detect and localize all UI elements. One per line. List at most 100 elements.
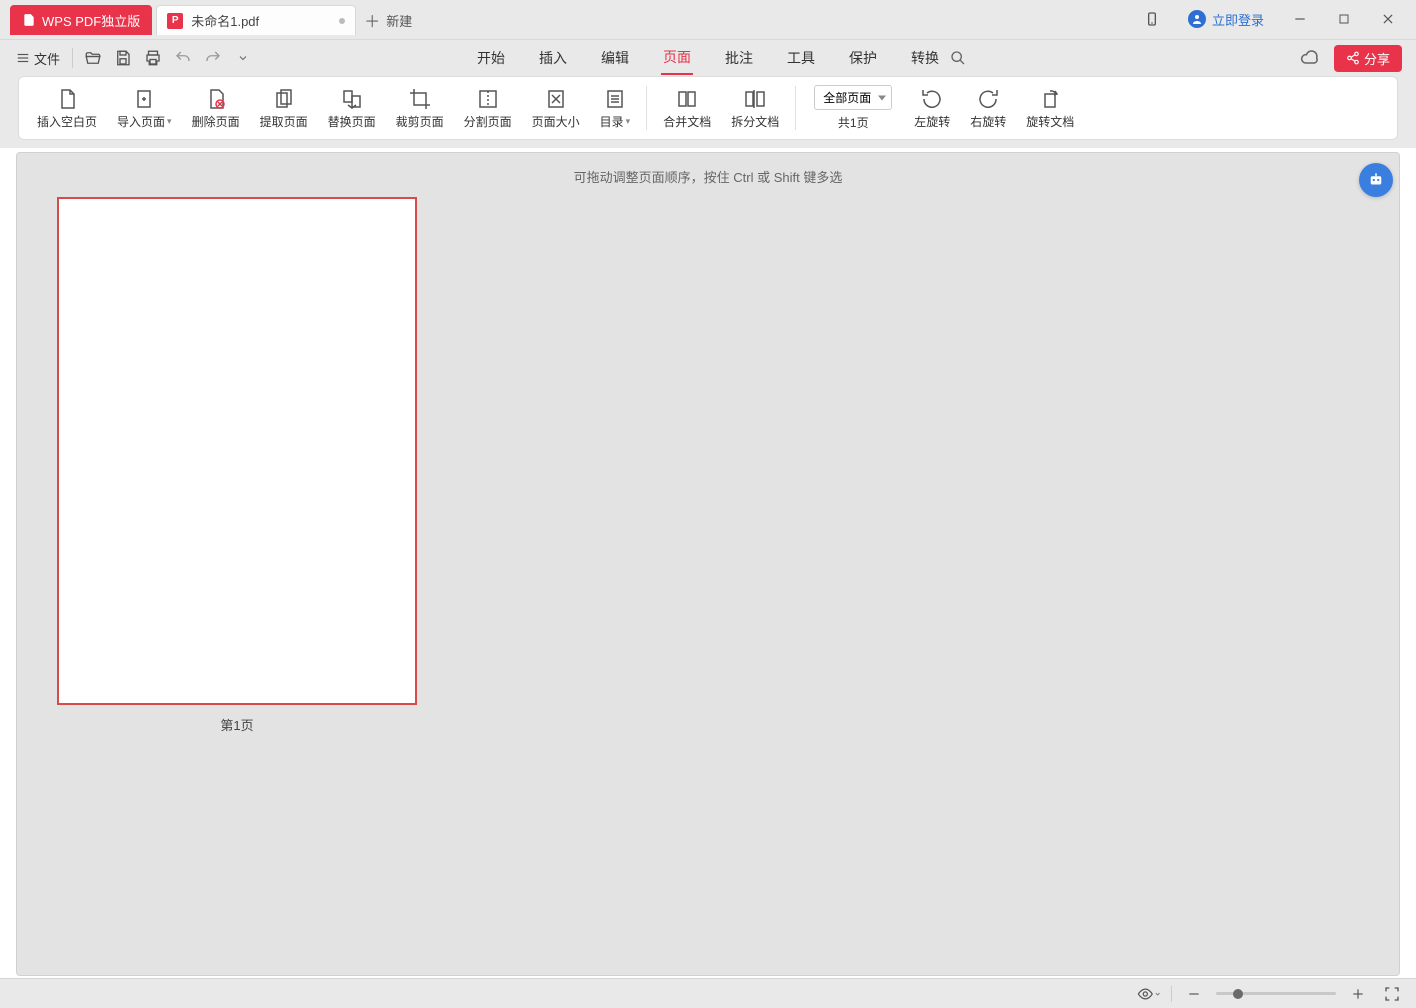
split-doc-button[interactable]: 拆分文档 xyxy=(721,77,789,139)
qat-more-button[interactable] xyxy=(229,44,257,72)
merge-icon xyxy=(675,87,699,111)
split-icon xyxy=(476,87,500,111)
ribbon-group-rotate: 左旋转 右旋转 旋转文档 xyxy=(904,77,1084,139)
minus-icon xyxy=(1187,987,1201,1001)
page-replace-icon xyxy=(340,87,364,111)
print-button[interactable] xyxy=(139,44,167,72)
new-tab-label: 新建 xyxy=(386,11,412,30)
page-delete-icon xyxy=(204,87,228,111)
workspace: 可拖动调整页面顺序，按住 Ctrl 或 Shift 键多选 第1页 xyxy=(16,152,1400,976)
extract-page-button[interactable]: 提取页面 xyxy=(250,77,318,139)
share-icon xyxy=(1346,51,1360,65)
save-icon xyxy=(114,49,132,67)
page-range-dropdown[interactable]: 全部页面 xyxy=(814,85,892,110)
maximize-button[interactable] xyxy=(1324,3,1364,35)
app-badge: WPS PDF独立版 xyxy=(10,5,152,35)
pdf-icon: P xyxy=(167,13,183,29)
assistant-icon xyxy=(1367,171,1385,189)
redo-button[interactable] xyxy=(199,44,227,72)
plus-icon: ＋ xyxy=(364,8,380,32)
page-extract-icon xyxy=(272,87,296,111)
ribbon-container: 插入空白页 导入页面▾ 删除页面 提取页面 替换页面 裁剪页面 分割页面 页面 xyxy=(0,76,1416,148)
separator xyxy=(1171,986,1172,1002)
merge-doc-button[interactable]: 合并文档 xyxy=(653,77,721,139)
zoom-in-button[interactable] xyxy=(1346,982,1370,1006)
rotate-left-button[interactable]: 左旋转 xyxy=(904,77,960,139)
crop-page-button[interactable]: 裁剪页面 xyxy=(386,77,454,139)
eye-icon xyxy=(1137,985,1154,1003)
avatar-icon xyxy=(1188,10,1206,28)
rotate-doc-button[interactable]: 旋转文档 xyxy=(1016,77,1084,139)
menu-tab-5[interactable]: 工具 xyxy=(785,42,817,74)
device-button[interactable] xyxy=(1132,3,1172,35)
unsaved-dot-icon xyxy=(339,18,345,24)
page-size-icon xyxy=(544,87,568,111)
rotate-right-button[interactable]: 右旋转 xyxy=(960,77,1016,139)
import-page-button[interactable]: 导入页面▾ xyxy=(107,77,182,139)
zoom-out-button[interactable] xyxy=(1182,982,1206,1006)
toc-button[interactable]: 目录▾ xyxy=(590,77,641,139)
page-thumbnail-area: 第1页 xyxy=(57,197,417,734)
titlebar-right: 立即登录 xyxy=(1132,0,1416,39)
menu-tab-1[interactable]: 插入 xyxy=(537,42,569,74)
cloud-button[interactable] xyxy=(1296,44,1324,72)
menu-tab-7[interactable]: 转换 xyxy=(909,42,941,74)
login-button[interactable]: 立即登录 xyxy=(1176,10,1276,29)
file-menu-label: 文件 xyxy=(34,49,60,68)
menu-tab-3[interactable]: 页面 xyxy=(661,41,693,75)
rotate-right-icon xyxy=(976,87,1000,111)
menu-right: 分享 xyxy=(950,40,1402,76)
status-bar xyxy=(0,978,1416,1008)
workspace-hint: 可拖动调整页面顺序，按住 Ctrl 或 Shift 键多选 xyxy=(574,167,843,186)
split-page-button[interactable]: 分割页面 xyxy=(454,77,522,139)
fullscreen-button[interactable] xyxy=(1380,982,1404,1006)
ribbon-group-page-ops: 插入空白页 导入页面▾ 删除页面 提取页面 替换页面 裁剪页面 分割页面 页面 xyxy=(27,77,640,139)
titlebar: WPS PDF独立版 P 未命名1.pdf ＋ 新建 立即登录 xyxy=(0,0,1416,40)
fullscreen-icon xyxy=(1384,986,1400,1002)
minimize-icon xyxy=(1293,12,1307,26)
login-label: 立即登录 xyxy=(1212,10,1264,29)
document-tab[interactable]: P 未命名1.pdf xyxy=(156,5,356,35)
new-tab-button[interactable]: ＋ 新建 xyxy=(364,5,412,35)
rotate-left-icon xyxy=(920,87,944,111)
menu-tab-6[interactable]: 保护 xyxy=(847,42,879,74)
search-icon xyxy=(950,50,966,66)
delete-page-button[interactable]: 删除页面 xyxy=(182,77,250,139)
ribbon: 插入空白页 导入页面▾ 删除页面 提取页面 替换页面 裁剪页面 分割页面 页面 xyxy=(18,76,1398,140)
replace-page-button[interactable]: 替换页面 xyxy=(318,77,386,139)
close-button[interactable] xyxy=(1368,3,1408,35)
assistant-float-button[interactable] xyxy=(1359,163,1393,197)
share-label: 分享 xyxy=(1364,49,1390,68)
zoom-slider-thumb[interactable] xyxy=(1233,989,1243,999)
file-menu-button[interactable]: 文件 xyxy=(10,44,66,72)
page-count-label: 共1页 xyxy=(838,114,869,131)
close-icon xyxy=(1381,12,1395,26)
menu-tab-2[interactable]: 编辑 xyxy=(599,42,631,74)
menu-tab-4[interactable]: 批注 xyxy=(723,42,755,74)
maximize-icon xyxy=(1338,13,1350,25)
ribbon-group-merge: 合并文档 拆分文档 xyxy=(653,77,789,139)
save-button[interactable] xyxy=(109,44,137,72)
minimize-button[interactable] xyxy=(1280,3,1320,35)
share-button[interactable]: 分享 xyxy=(1334,45,1402,72)
ribbon-separator xyxy=(646,86,647,130)
insert-blank-page-button[interactable]: 插入空白页 xyxy=(27,77,107,139)
redo-icon xyxy=(204,49,222,67)
ribbon-separator xyxy=(795,86,796,130)
undo-icon xyxy=(174,49,192,67)
menu-tab-0[interactable]: 开始 xyxy=(475,42,507,74)
search-button[interactable] xyxy=(950,50,966,66)
print-icon xyxy=(144,49,162,67)
toc-icon xyxy=(603,87,627,111)
page-blank-icon xyxy=(55,87,79,111)
cloud-icon xyxy=(1300,48,1320,68)
undo-button[interactable] xyxy=(169,44,197,72)
zoom-sl-track[interactable] xyxy=(1216,992,1336,995)
page-size-button[interactable]: 页面大小 xyxy=(522,77,590,139)
view-mode-button[interactable] xyxy=(1137,982,1161,1006)
chevron-down-icon xyxy=(1154,990,1161,998)
page-thumbnail[interactable] xyxy=(57,197,417,705)
split-doc-icon xyxy=(743,87,767,111)
page-thumbnail-caption: 第1页 xyxy=(57,715,417,734)
open-button[interactable] xyxy=(79,44,107,72)
